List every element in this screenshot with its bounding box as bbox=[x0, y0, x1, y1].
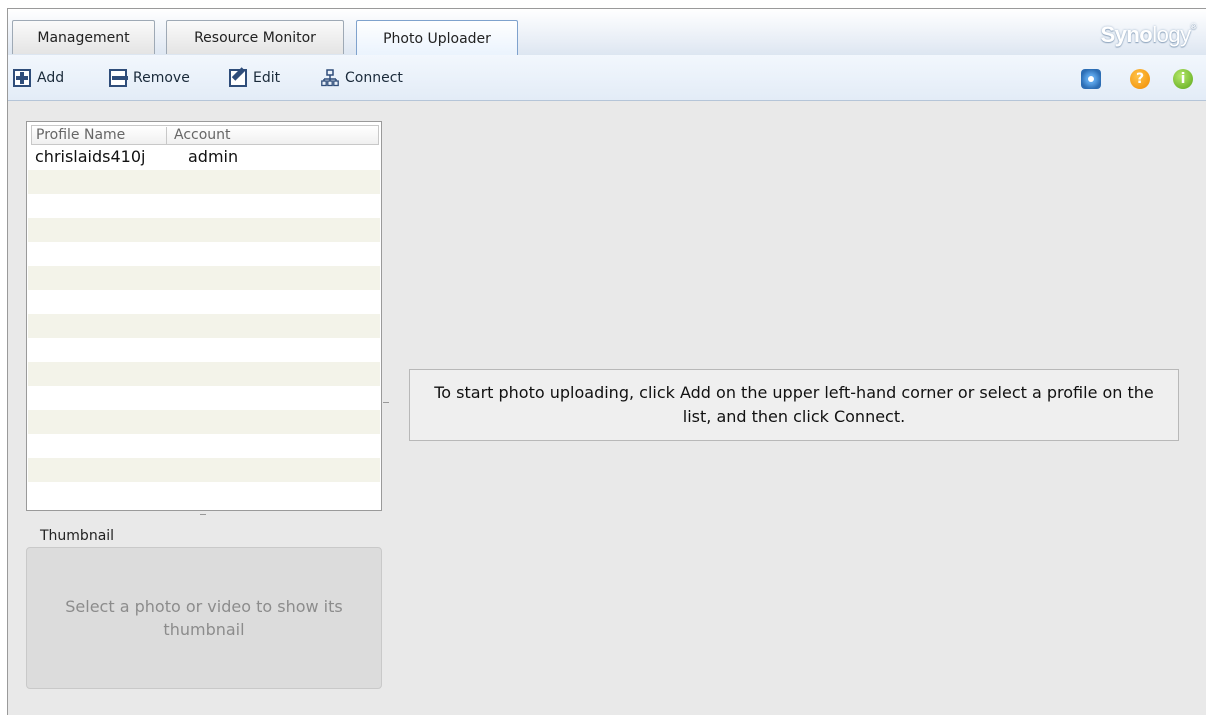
help-icon[interactable]: ? bbox=[1130, 69, 1150, 89]
empty-row bbox=[28, 242, 380, 266]
thumbnail-label: Thumbnail bbox=[40, 528, 115, 544]
empty-row bbox=[28, 290, 380, 314]
column-header-account[interactable]: Account bbox=[174, 127, 231, 143]
tab-strip: Management Resource Monitor Photo Upload… bbox=[8, 9, 1206, 56]
empty-row bbox=[28, 362, 380, 386]
connect-label: Connect bbox=[345, 70, 403, 86]
profile-list[interactable]: Profile Name Account chrislaids410j admi… bbox=[26, 121, 382, 511]
add-label: Add bbox=[37, 70, 65, 86]
edit-icon bbox=[229, 69, 247, 87]
gear-icon[interactable] bbox=[1081, 69, 1101, 89]
synology-logo: Synology® bbox=[1100, 22, 1196, 47]
add-icon bbox=[13, 69, 31, 87]
empty-row bbox=[28, 170, 380, 194]
empty-row bbox=[28, 266, 380, 290]
thumbnail-placeholder: Select a photo or video to show its thum… bbox=[65, 597, 343, 639]
remove-button[interactable]: Remove bbox=[109, 68, 190, 88]
app-window: Management Resource Monitor Photo Upload… bbox=[7, 8, 1206, 715]
empty-row bbox=[28, 434, 380, 458]
empty-row bbox=[28, 386, 380, 410]
table-row[interactable]: chrislaids410j admin bbox=[28, 146, 380, 170]
profile-name-cell: chrislaids410j bbox=[35, 147, 146, 166]
tab-resource-monitor[interactable]: Resource Monitor bbox=[166, 20, 344, 54]
instruction-message-box: To start photo uploading, click Add on t… bbox=[409, 369, 1179, 441]
info-icon[interactable]: i bbox=[1173, 69, 1193, 89]
empty-row bbox=[28, 314, 380, 338]
profile-list-header: Profile Name Account bbox=[31, 125, 379, 145]
column-header-profile-name[interactable]: Profile Name bbox=[36, 127, 167, 144]
add-button[interactable]: Add bbox=[13, 68, 64, 88]
empty-row bbox=[28, 458, 380, 482]
profile-list-body: chrislaids410j admin bbox=[28, 146, 380, 510]
tab-management[interactable]: Management bbox=[12, 20, 155, 54]
empty-row bbox=[28, 482, 380, 506]
empty-row bbox=[28, 410, 380, 434]
connect-button[interactable]: Connect bbox=[321, 68, 403, 88]
toolbar: Add Remove Edit Connect ? i bbox=[8, 55, 1206, 101]
account-cell: admin bbox=[188, 147, 239, 166]
empty-row bbox=[28, 218, 380, 242]
splitter-handle[interactable] bbox=[383, 399, 389, 403]
remove-icon bbox=[109, 69, 128, 87]
edit-button[interactable]: Edit bbox=[229, 68, 280, 88]
edit-label: Edit bbox=[253, 70, 281, 86]
thumbnail-panel: Select a photo or video to show its thum… bbox=[26, 547, 382, 689]
network-icon bbox=[321, 69, 339, 87]
remove-label: Remove bbox=[133, 70, 190, 86]
tab-photo-uploader[interactable]: Photo Uploader bbox=[356, 20, 518, 56]
instruction-message: To start photo uploading, click Add on t… bbox=[434, 383, 1154, 426]
empty-row bbox=[28, 338, 380, 362]
empty-row bbox=[28, 194, 380, 218]
splitter-handle[interactable] bbox=[200, 511, 206, 515]
